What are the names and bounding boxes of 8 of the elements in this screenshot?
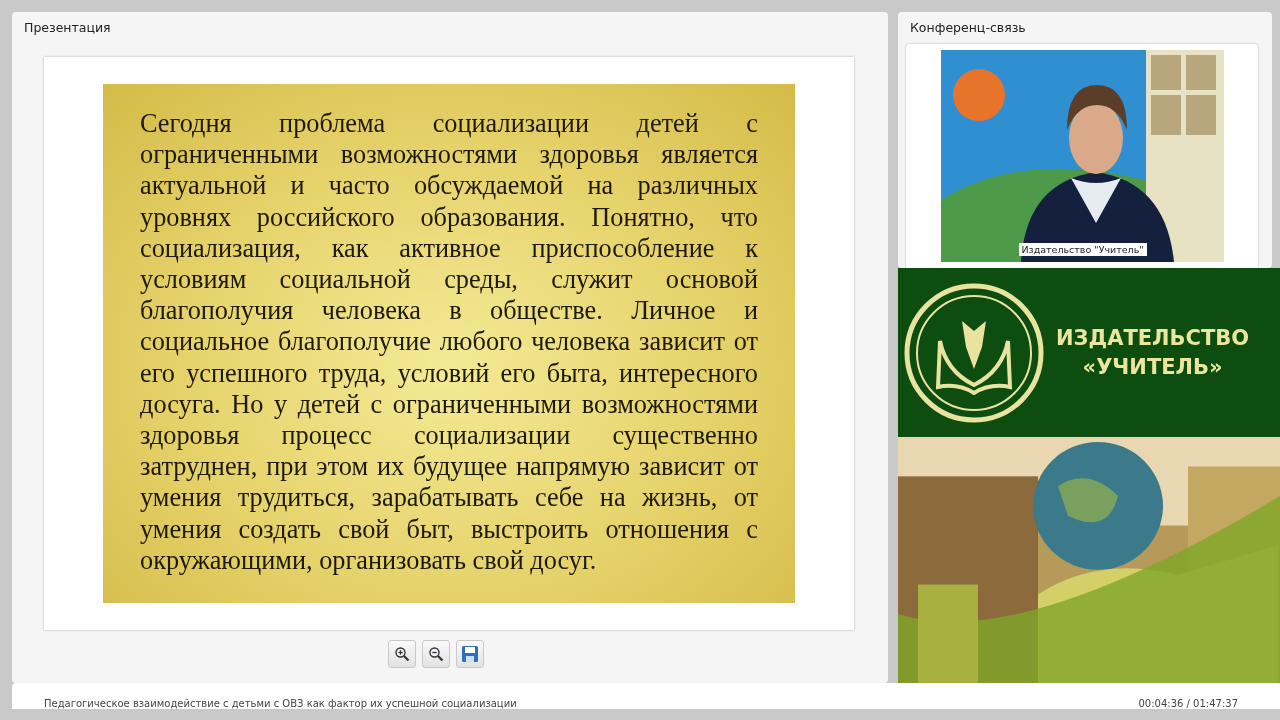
- publisher-name: «УЧИТЕЛЬ»: [1082, 353, 1223, 381]
- panel-title: Конференц-связь: [910, 20, 1027, 37]
- panel-title: Презентация: [24, 20, 111, 37]
- lecture-title: Педагогическое взаимодействие с детьми с ОВЗ как фактор их успешной социализации: [44, 698, 517, 709]
- slide-text: Сегодня проблема социализации детей с ограниченными возможностями здоровья является актуальной и часто обсуждаемой на различных уровнях российского образования. Понятно, что социализация, как активное приспособление к условиям социальной среды, служит основой благополучия человека в обществе. Личное и социальное благополучие любого человека зависит от его успешного труда, условий его быта, интересного досуга. Но у детей с ограниченными возможностями здоровья процесс социализации существенно затруднен, при этом их будущее напрямую зависит от умения трудиться, зарабатывать себе на жизнь, от умения создать свой быт, выстроить отношения с окружающими, организовать свой досуг.: [140, 108, 758, 577]
- publisher-name: ИЗДАТЕЛЬСТВО: [1056, 324, 1250, 352]
- playback-time: 00:04:36 / 01:47:37: [1138, 698, 1238, 709]
- video-caption: Издательство "Учитель": [1018, 243, 1147, 256]
